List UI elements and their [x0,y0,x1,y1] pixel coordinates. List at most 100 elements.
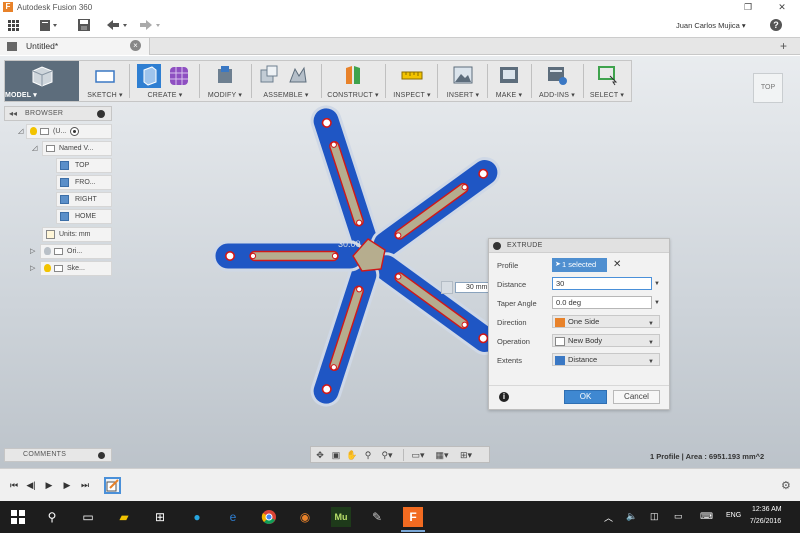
go-to-end-icon[interactable]: ⏭ [79,479,91,491]
ok-button[interactable]: OK [564,390,607,404]
collapse-dialog-icon[interactable] [493,242,501,250]
restore-window-button[interactable]: ❐ [738,0,758,14]
distance-dropdown-arrow-icon[interactable]: ▼ [654,281,660,287]
timeline-sketch-feature[interactable] [104,477,121,494]
tree-node-view-right[interactable]: RIGHT [56,192,112,207]
sketch-menu[interactable]: SKETCH ▾ [85,61,125,101]
create-menu[interactable]: CREATE ▾ [133,61,197,101]
muse-icon[interactable]: Mu [331,507,351,527]
network-icon[interactable]: ◫ [650,511,659,522]
canvas-viewport[interactable]: 30.00 30 mm MODEL ▾ SKETCH ▾ CREATE ▾ MO… [0,56,800,468]
pan-hand-icon[interactable]: ✋ [345,449,359,461]
grid-settings-icon[interactable]: ▦▾ [431,449,453,461]
assemble-menu[interactable]: ASSEMBLE ▾ [255,61,317,101]
tree-node-units[interactable]: Units: mm [42,227,112,242]
clock-date[interactable]: 7/26/2016 [750,518,781,525]
language-indicator[interactable]: ENG [726,512,741,519]
volume-icon[interactable]: 🔈 [626,511,637,522]
workspace-switcher[interactable]: MODEL ▾ [5,61,79,101]
clear-selection-button[interactable]: ✕ [613,258,621,272]
close-tab-button[interactable]: × [130,40,141,51]
tree-node-root[interactable]: (U... [26,124,112,139]
comments-toggle-icon[interactable] [98,452,105,459]
expand-toggle-icon[interactable]: ▷ [30,264,35,272]
skype-icon[interactable]: ● [187,507,207,527]
info-icon[interactable]: i [499,392,509,402]
help-icon[interactable]: ? [770,19,782,31]
clock-time[interactable]: 12:36 AM [752,506,782,513]
orbit-icon[interactable]: ✥ [313,449,327,461]
show-hidden-icons-icon[interactable]: ︿ [604,511,613,524]
viewcube[interactable]: TOP [753,73,783,103]
taper-dropdown-arrow-icon[interactable]: ▼ [654,300,660,306]
arm-upper-right[interactable] [365,151,506,266]
timeline-settings-icon[interactable]: ⚙ [781,479,791,492]
notifications-icon[interactable]: ▭ [674,511,683,522]
edge-icon[interactable]: e [223,507,243,527]
step-back-icon[interactable]: ◀| [25,479,37,491]
collapse-toggle-icon[interactable]: ◿ [32,144,37,152]
extrude-dialog-header[interactable]: EXTRUDE [489,239,669,253]
comments-panel[interactable]: COMMENTS [4,448,112,462]
tree-node-view-home[interactable]: HOME [56,209,112,224]
direction-select[interactable]: One Side ▼ [552,315,660,328]
data-panel-button[interactable] [8,18,24,34]
store-icon[interactable]: ⊞ [150,507,170,527]
lightbulb-icon[interactable] [44,247,51,256]
make-menu[interactable]: MAKE ▾ [489,61,529,101]
new-tab-button[interactable]: + [780,39,787,53]
insert-menu[interactable]: INSERT ▾ [441,61,485,101]
windows-start-icon[interactable] [8,507,28,527]
profile-selection-button[interactable]: ➤ 1 selected [552,258,607,272]
construct-menu[interactable]: CONSTRUCT ▾ [323,61,383,101]
select-menu[interactable]: SELECT ▾ [585,61,629,101]
step-forward-icon[interactable]: ▶ [61,479,73,491]
close-window-button[interactable]: ✕ [772,0,792,14]
undo-button[interactable] [104,18,130,34]
file-menu-button[interactable] [38,18,60,34]
tree-node-sketches[interactable]: Ske... [40,261,112,276]
star-body[interactable] [212,101,506,411]
tree-node-view-front[interactable]: FRO... [56,175,112,190]
document-tab[interactable]: Untitled* × [0,38,150,55]
keyboard-icon[interactable]: ⌨ [700,511,713,522]
collapse-toggle-icon[interactable]: ◿ [18,127,23,135]
addins-menu[interactable]: ADD-INS ▾ [533,61,581,101]
extrude-drag-handle[interactable] [441,281,453,294]
arm-top[interactable] [306,101,383,257]
fit-icon[interactable]: ⚲▾ [377,449,397,461]
arm-lower-right[interactable] [365,246,506,361]
extents-select[interactable]: Distance ▼ [552,353,660,366]
display-settings-icon[interactable]: ▭▾ [407,449,429,461]
go-to-start-icon[interactable]: ⏮ [8,479,20,491]
user-account-menu[interactable]: Juan Carlos Mujica ▾ [676,19,746,33]
distance-input[interactable]: 30 [552,277,652,290]
lightbulb-icon[interactable] [30,127,37,136]
zoom-icon[interactable]: ⚲ [361,449,375,461]
redo-button[interactable] [137,18,163,34]
active-radio-icon[interactable] [70,126,80,136]
firefox-icon[interactable]: ◉ [295,507,315,527]
tree-node-view-top[interactable]: TOP [56,158,112,173]
expand-toggle-icon[interactable]: ▷ [30,247,35,255]
save-button[interactable] [76,18,92,34]
tree-node-named-views[interactable]: Named V... [42,141,112,156]
lightbulb-icon[interactable] [44,264,51,273]
browser-minimize-icon[interactable] [97,110,105,118]
browser-header[interactable]: ◂◂ BROWSER [4,106,112,121]
viewports-icon[interactable]: ⊞▾ [455,449,477,461]
sketch-model[interactable] [0,56,800,468]
fusion-icon[interactable]: F [403,507,423,527]
look-at-icon[interactable]: ▣ [329,449,343,461]
inspect-menu[interactable]: INSPECT ▾ [389,61,435,101]
taper-angle-input[interactable]: 0.0 deg [552,296,652,309]
task-view-icon[interactable]: ▭ [78,507,98,527]
modify-menu[interactable]: MODIFY ▾ [203,61,247,101]
file-explorer-icon[interactable]: ▰ [114,507,134,527]
search-icon[interactable]: ⚲ [42,507,62,527]
paint-icon[interactable]: ✎ [367,507,387,527]
cancel-button[interactable]: Cancel [613,390,660,404]
arm-bottom[interactable] [306,255,383,411]
operation-select[interactable]: New Body ▼ [552,334,660,347]
collapse-arrows-icon[interactable]: ◂◂ [9,109,17,118]
